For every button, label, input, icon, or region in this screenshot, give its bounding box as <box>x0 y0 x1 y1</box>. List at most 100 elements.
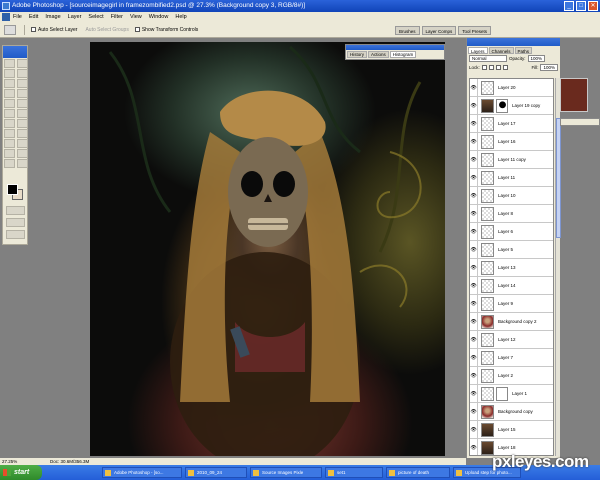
zoom-level[interactable]: 27.25% <box>2 459 17 464</box>
eye-visibility-icon[interactable]: 👁 <box>470 240 478 259</box>
zoom-tool-icon[interactable] <box>17 159 28 168</box>
edit-in-imageready-icon[interactable] <box>6 230 25 239</box>
layer-row[interactable]: 👁 Layer 10 <box>470 186 553 205</box>
menu-view[interactable]: View <box>130 14 142 20</box>
layer-row[interactable]: 👁 Layer 1 <box>470 384 553 403</box>
blur-tool-icon[interactable] <box>4 119 15 128</box>
eye-visibility-icon[interactable]: 👁 <box>470 132 478 151</box>
eye-visibility-icon[interactable]: 👁 <box>470 438 478 455</box>
lock-position-icon[interactable] <box>495 65 501 70</box>
slice-tool-icon[interactable] <box>17 79 28 88</box>
lock-all-icon[interactable] <box>502 65 508 70</box>
crop-tool-icon[interactable] <box>4 79 15 88</box>
tab-layer-comps[interactable]: Layer Comps <box>421 26 457 35</box>
layer-row[interactable]: 👁 Layer 8 <box>470 204 553 223</box>
tab-history[interactable]: History <box>347 51 368 58</box>
layer-row[interactable]: 👁 Layer 12 <box>470 330 553 349</box>
layer-mask-thumbnail[interactable] <box>496 98 508 113</box>
start-button[interactable]: start <box>0 465 42 480</box>
layer-row[interactable]: 👁 Layer 11 <box>470 168 553 187</box>
layer-row[interactable]: 👁 Layer 16 <box>470 132 553 151</box>
healing-brush-tool-icon[interactable] <box>4 89 15 98</box>
tab-brushes[interactable]: Brushes <box>395 26 420 35</box>
layer-row[interactable]: 👁 Layer 6 <box>470 222 553 241</box>
taskbar-item-folder-2010[interactable]: 2010_09_24 <box>185 467 247 478</box>
eye-visibility-icon[interactable]: 👁 <box>470 276 478 295</box>
menu-image[interactable]: Image <box>45 14 60 20</box>
layer-row[interactable]: 👁 Layer 5 <box>470 240 553 259</box>
eye-visibility-icon[interactable]: 👁 <box>470 420 478 439</box>
tab-channels[interactable]: Channels <box>488 47 514 54</box>
opacity-field[interactable]: 100% <box>527 55 546 62</box>
hand-tool-icon[interactable] <box>4 159 15 168</box>
eraser-tool-icon[interactable] <box>4 109 15 118</box>
lock-image-icon[interactable] <box>488 65 494 70</box>
layer-list-scrollbar[interactable] <box>555 78 561 456</box>
layer-row[interactable]: 👁 Background copy <box>470 402 553 421</box>
eye-visibility-icon[interactable]: 👁 <box>470 348 478 367</box>
gradient-tool-icon[interactable] <box>17 109 28 118</box>
blend-mode-select[interactable]: Normal <box>469 55 507 62</box>
second-document-thumbnail[interactable] <box>560 78 588 112</box>
foreground-color-swatch[interactable] <box>7 184 18 195</box>
eye-visibility-icon[interactable]: 👁 <box>470 258 478 277</box>
type-tool-icon[interactable] <box>17 129 28 138</box>
show-transform-controls-checkbox[interactable] <box>134 27 140 32</box>
dodge-tool-icon[interactable] <box>17 119 28 128</box>
layer-row[interactable]: 👁 Layer 14 <box>470 276 553 295</box>
tools-palette-grip[interactable] <box>3 46 27 58</box>
eye-visibility-icon[interactable]: 👁 <box>470 366 478 385</box>
marquee-tool-icon[interactable] <box>4 59 15 68</box>
screen-mode-icon[interactable] <box>6 218 25 227</box>
eye-visibility-icon[interactable]: 👁 <box>470 402 478 421</box>
layers-panel-grip[interactable] <box>467 38 560 46</box>
eye-visibility-icon[interactable]: 👁 <box>470 222 478 241</box>
layer-row[interactable]: 👁 Layer 17 <box>470 114 553 133</box>
layer-list-scroll-thumb[interactable] <box>556 118 561 238</box>
tab-histogram[interactable]: Histogram <box>389 51 417 58</box>
eye-visibility-icon[interactable]: 👁 <box>470 330 478 349</box>
eye-visibility-icon[interactable]: 👁 <box>470 96 478 115</box>
layer-row[interactable]: 👁 Layer 20 <box>470 79 553 97</box>
layer-row[interactable]: 👁 Background copy 2 <box>470 312 553 331</box>
tab-paths[interactable]: Paths <box>514 47 533 54</box>
layer-row[interactable]: 👁 Layer 9 <box>470 294 553 313</box>
menu-file[interactable]: File <box>13 14 22 20</box>
eye-visibility-icon[interactable]: 👁 <box>470 294 478 313</box>
auto-select-layer-checkbox[interactable] <box>31 27 36 32</box>
brush-tool-icon[interactable] <box>17 89 28 98</box>
eye-visibility-icon[interactable]: 👁 <box>470 150 478 169</box>
window-titlebar[interactable]: Adobe Photoshop - [sourceimagegirl in fr… <box>0 0 600 12</box>
fill-field[interactable]: 100% <box>540 64 558 71</box>
tab-actions[interactable]: Actions <box>368 51 389 58</box>
notes-tool-icon[interactable] <box>4 149 15 158</box>
second-document-scrollbar[interactable] <box>560 118 600 126</box>
layer-list[interactable]: 👁 Layer 20 👁 Layer 19 copy 👁 Layer 17 👁 Layer 1… <box>469 78 554 456</box>
history-brush-tool-icon[interactable] <box>17 99 28 108</box>
menu-help[interactable]: Help <box>175 14 186 20</box>
eye-visibility-icon[interactable]: 👁 <box>470 79 478 97</box>
close-button[interactable]: ✕ <box>588 1 598 11</box>
clone-stamp-tool-icon[interactable] <box>4 99 15 108</box>
layer-row[interactable]: 👁 Layer 13 <box>470 258 553 277</box>
layer-row[interactable]: 👁 Layer 2 <box>470 366 553 385</box>
move-tool-preset-icon[interactable] <box>4 24 16 35</box>
maximize-button[interactable]: □ <box>576 1 586 11</box>
layer-row[interactable]: 👁 Layer 7 <box>470 348 553 367</box>
eye-visibility-icon[interactable]: 👁 <box>470 384 478 403</box>
lasso-tool-icon[interactable] <box>4 69 15 78</box>
layer-row[interactable]: 👁 Layer 11 copy <box>470 150 553 169</box>
eyedropper-tool-icon[interactable] <box>17 149 28 158</box>
eye-visibility-icon[interactable]: 👁 <box>470 204 478 223</box>
layer-row[interactable]: 👁 Layer 15 <box>470 420 553 439</box>
pen-tool-icon[interactable] <box>4 139 15 148</box>
taskbar-item-source-images[interactable]: Source Images Pixle <box>250 467 322 478</box>
shape-tool-icon[interactable] <box>17 139 28 148</box>
quick-mask-icon[interactable] <box>6 206 25 215</box>
eye-visibility-icon[interactable]: 👁 <box>470 168 478 187</box>
move-tool-icon[interactable] <box>17 59 28 68</box>
document-canvas[interactable] <box>90 42 445 456</box>
menu-window[interactable]: Window <box>149 14 169 20</box>
eye-visibility-icon[interactable]: 👁 <box>470 186 478 205</box>
menu-edit[interactable]: Edit <box>29 14 38 20</box>
